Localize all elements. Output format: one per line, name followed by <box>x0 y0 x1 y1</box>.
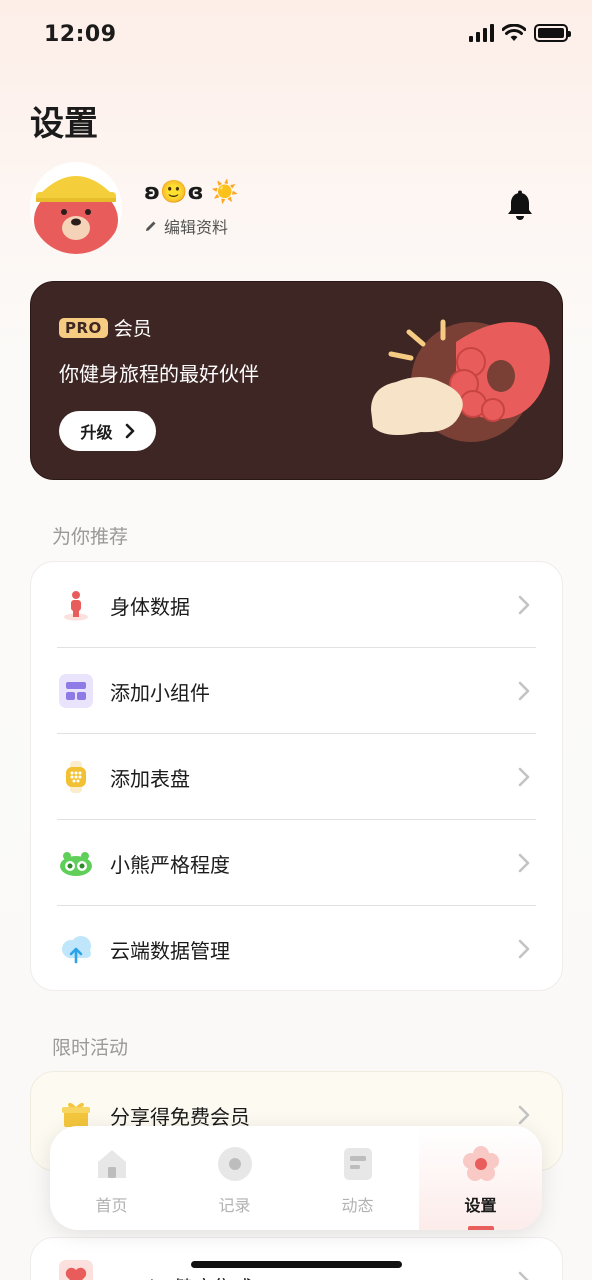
record-icon <box>217 1147 252 1181</box>
status-icons <box>469 24 571 42</box>
bear-strictness-icon <box>60 852 92 876</box>
status-time: 12:09 <box>44 22 117 47</box>
edit-profile-label: 编辑资料 <box>164 218 229 237</box>
watch-face-icon <box>66 761 86 793</box>
chevron-right-icon <box>518 595 530 615</box>
list-item-cloud-data[interactable]: 云端数据管理 <box>31 906 562 992</box>
avatar[interactable] <box>30 162 122 254</box>
tab-label: 记录 <box>218 1196 251 1215</box>
pro-membership-card[interactable]: PRO 会员 你健身旅程的最好伙伴 升级 <box>30 281 563 480</box>
bell-icon[interactable] <box>506 190 534 222</box>
tab-record[interactable]: 记录 <box>173 1126 296 1230</box>
list-item-label: 添加小组件 <box>110 680 210 705</box>
status-bar: 12:09 <box>0 0 592 70</box>
tab-home[interactable]: 首页 <box>50 1126 173 1230</box>
section-title-recommend: 为你推荐 <box>52 526 129 548</box>
chevron-right-icon <box>518 939 530 959</box>
tab-bar: 首页 记录 动态 设置 <box>50 1126 542 1230</box>
chevron-right-icon <box>518 853 530 873</box>
widget-icon <box>59 674 93 708</box>
upgrade-label: 升级 <box>80 423 113 442</box>
list-item-label: 添加表盘 <box>110 766 190 791</box>
list-item-add-widget[interactable]: 添加小组件 <box>31 648 562 734</box>
tab-feed[interactable]: 动态 <box>296 1126 419 1230</box>
tab-settings[interactable]: 设置 <box>419 1126 542 1230</box>
tab-label: 设置 <box>464 1196 497 1215</box>
fist-bump-illustration <box>371 319 550 442</box>
battery-icon <box>534 24 571 42</box>
chevron-right-icon <box>518 1271 529 1280</box>
list-item-bear-strictness[interactable]: 小熊严格程度 <box>31 820 562 906</box>
list-item-apple-health[interactable]: Apple 健康集成 <box>31 1238 562 1280</box>
list-item-body-data[interactable]: 身体数据 <box>31 562 562 648</box>
list-item-label: Apple 健康集成 <box>110 1272 253 1280</box>
list-item-label: 云端数据管理 <box>110 938 230 963</box>
apple-health-card: Apple 健康集成 <box>30 1237 563 1280</box>
pro-member-label: 会员 <box>113 318 152 340</box>
wifi-icon <box>502 24 526 41</box>
profile-name[interactable]: ʚ🙂ɞ ☀️ <box>144 180 239 205</box>
section-title-limited-event: 限时活动 <box>52 1037 129 1059</box>
active-tab-indicator <box>467 1226 494 1230</box>
chevron-right-icon <box>518 767 530 787</box>
list-item-add-watch-face[interactable]: 添加表盘 <box>31 734 562 820</box>
list-item-label: 身体数据 <box>110 594 190 619</box>
home-indicator <box>191 1261 402 1268</box>
list-item-label: 小熊严格程度 <box>110 852 230 877</box>
home-icon <box>97 1150 126 1178</box>
heart-icon <box>59 1260 93 1280</box>
upgrade-button[interactable]: 升级 <box>59 411 156 451</box>
body-data-icon <box>64 591 88 621</box>
recommend-list: 身体数据 添加小组件 添加表盘 小熊严格程度 云端数据管理 <box>30 561 563 991</box>
feed-icon <box>343 1148 372 1180</box>
bear-avatar-icon <box>30 162 122 254</box>
pro-tagline: 你健身旅程的最好伙伴 <box>59 362 259 386</box>
pro-header: PRO 会员 <box>59 314 152 341</box>
tab-label: 首页 <box>95 1196 128 1215</box>
cloud-upload-icon <box>62 936 91 964</box>
edit-profile-link[interactable]: 编辑资料 <box>144 214 228 238</box>
pro-badge: PRO <box>59 317 108 338</box>
chevron-right-icon <box>125 423 134 439</box>
chevron-right-icon <box>518 681 530 701</box>
page-title: 设置 <box>30 104 98 144</box>
settings-flower-icon <box>462 1146 499 1181</box>
tab-label: 动态 <box>341 1196 374 1215</box>
chevron-right-icon <box>518 1105 530 1125</box>
pencil-icon <box>146 221 156 231</box>
cellular-signal-icon <box>469 24 494 42</box>
